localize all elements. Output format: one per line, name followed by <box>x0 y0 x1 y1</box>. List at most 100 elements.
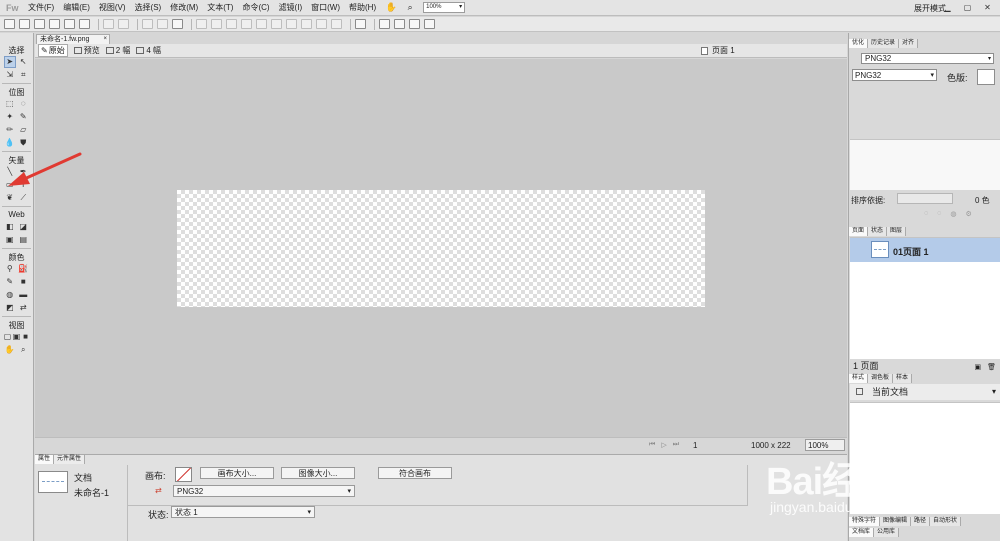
stroke-color-icon[interactable]: ✎ <box>5 277 15 287</box>
image-size-button[interactable]: 图像大小... <box>281 467 355 479</box>
lock-color-icon[interactable]: ◌ <box>924 210 928 218</box>
minimize-icon[interactable]: ▁ <box>939 1 956 13</box>
hide-slices-icon[interactable]: ▣ <box>5 235 15 245</box>
tab-path[interactable]: 路径 <box>911 517 931 526</box>
tab-layers[interactable]: 图层 <box>887 227 907 236</box>
text-tool-icon[interactable]: T <box>18 180 28 190</box>
distribute-icon[interactable] <box>379 19 390 29</box>
menu-window[interactable]: 窗口(W) <box>311 2 340 13</box>
full-screen-menu-icon[interactable]: ▣ <box>12 332 21 342</box>
brush-tool-icon[interactable]: ✎ <box>18 112 28 122</box>
menu-select[interactable]: 选择(S) <box>135 2 162 13</box>
close-icon[interactable]: ✕ <box>979 1 996 13</box>
tab-image-editing[interactable]: 图像编辑 <box>880 517 912 526</box>
fit-canvas-button[interactable]: 符合画布 <box>378 467 452 479</box>
tab-special-characters[interactable]: 特殊字符 <box>849 517 881 526</box>
center-icon[interactable] <box>394 19 405 29</box>
document-tab[interactable]: 未命名-1.fw.png × <box>36 34 110 44</box>
matte-color-swatch[interactable] <box>977 69 995 85</box>
crop-tool-icon[interactable]: ⌗ <box>18 70 28 80</box>
hand-tool-icon[interactable]: ✋ <box>5 345 15 355</box>
menu-view[interactable]: 视图(V) <box>99 2 126 13</box>
tab-preview[interactable]: 预览 <box>73 45 100 56</box>
slice-tool-icon[interactable]: ◪ <box>18 222 28 232</box>
split-icon[interactable] <box>241 19 252 29</box>
join-icon[interactable] <box>226 19 237 29</box>
pointer-tool-icon[interactable]: ➤ <box>3 55 16 68</box>
styles-source-select[interactable]: 当前文档 <box>850 384 1000 400</box>
swap-colors-icon[interactable]: ⇄ <box>18 303 28 313</box>
tab-properties[interactable]: 属性 <box>35 455 55 464</box>
optimize-format-select[interactable]: PNG32 <box>852 69 937 81</box>
tab-document-library[interactable]: 文档库 <box>849 528 875 537</box>
knife-tool-icon[interactable]: ⟋ <box>18 193 28 203</box>
tab-swatches[interactable]: 样本 <box>893 374 913 383</box>
blur-tool-icon[interactable]: 💧 <box>5 138 15 148</box>
fill-swatch-icon[interactable]: ▬ <box>18 290 28 300</box>
zoom-tool-icon[interactable]: ⌕ <box>18 345 28 355</box>
list-item[interactable]: 01页面 1 <box>850 238 1000 262</box>
line-tool-icon[interactable]: ╲ <box>5 167 15 177</box>
tab-pages[interactable]: 页面 <box>849 227 869 236</box>
cut-icon[interactable] <box>142 19 153 29</box>
menu-modify[interactable]: 修改(M) <box>170 2 198 13</box>
tab-auto-shapes[interactable]: 自动形状 <box>930 517 962 526</box>
redo-icon[interactable] <box>118 19 129 29</box>
tab-align[interactable]: 对齐 <box>899 39 919 48</box>
new-file-icon[interactable] <box>4 19 15 29</box>
freeform-tool-icon[interactable]: ❦ <box>5 193 15 203</box>
rectangle-tool-icon[interactable]: ▭ <box>5 180 15 190</box>
tab-styles[interactable]: 样式 <box>849 374 869 383</box>
delete-page-icon[interactable]: 🗑 <box>987 362 996 374</box>
open-file-icon[interactable] <box>19 19 30 29</box>
tab-2-up[interactable]: 2 幅 <box>105 45 130 56</box>
optimize-preset-select[interactable]: PNG32 <box>861 53 994 64</box>
canvas-size-button[interactable]: 画布大小... <box>200 467 274 479</box>
fill-color-icon[interactable]: ◍ <box>5 290 15 300</box>
maximize-icon[interactable]: ▢ <box>959 1 976 13</box>
state-select[interactable]: 状态 1 <box>171 506 315 518</box>
ungroup-icon[interactable] <box>211 19 222 29</box>
zoom-icon[interactable]: ⌕ <box>404 2 416 14</box>
tab-states[interactable]: 状态 <box>868 227 888 236</box>
import-icon[interactable] <box>49 19 60 29</box>
hotspot-tool-icon[interactable]: ◧ <box>5 222 15 232</box>
zoom-select[interactable]: 100% <box>423 2 466 13</box>
standard-screen-icon[interactable]: ▢ <box>3 332 12 342</box>
transparent-canvas[interactable] <box>177 190 705 307</box>
arrange-icon[interactable] <box>409 19 420 29</box>
pencil-tool-icon[interactable]: ✏ <box>5 125 15 135</box>
bring-forward-icon[interactable] <box>256 19 267 29</box>
tab-optimize[interactable]: 优化 <box>849 39 869 48</box>
play-icon[interactable]: ▷ <box>661 441 666 449</box>
send-backward-icon[interactable] <box>271 19 282 29</box>
default-colors-icon[interactable]: ◩ <box>5 303 15 313</box>
menu-text[interactable]: 文本(T) <box>207 2 233 13</box>
flip-vertical-icon[interactable] <box>331 19 342 29</box>
rubber-stamp-tool-icon[interactable]: ⛊ <box>18 138 28 148</box>
close-tab-icon[interactable]: × <box>103 35 107 44</box>
tab-history[interactable]: 历史记录 <box>868 39 900 48</box>
subselect-tool-icon[interactable]: ↖ <box>18 57 28 67</box>
paste-icon[interactable] <box>172 19 183 29</box>
magic-wand-tool-icon[interactable]: ✦ <box>5 112 15 122</box>
menu-edit[interactable]: 编辑(E) <box>63 2 90 13</box>
status-zoom-select[interactable]: 100% <box>805 439 845 451</box>
last-frame-icon[interactable]: ⏭ <box>673 441 679 449</box>
scale-tool-icon[interactable]: ⇲ <box>5 70 15 80</box>
new-page-icon[interactable]: ▣ <box>974 362 981 374</box>
tab-original[interactable]: ✎ 原始 <box>38 44 68 57</box>
align-icon[interactable] <box>355 19 366 29</box>
pen-tool-icon[interactable]: ✒ <box>18 167 28 177</box>
menu-help[interactable]: 帮助(H) <box>349 2 376 13</box>
flip-horizontal-icon[interactable] <box>316 19 327 29</box>
eyedropper-tool-icon[interactable]: ⚲ <box>5 264 15 274</box>
menu-filters[interactable]: 滤镜(I) <box>279 2 303 13</box>
color-table-options-icon[interactable]: ⚙ <box>965 210 971 218</box>
lasso-tool-icon[interactable]: ◌ <box>18 99 28 109</box>
tab-4-up[interactable]: 4 幅 <box>136 45 161 56</box>
marquee-tool-icon[interactable]: ⬚ <box>5 99 15 109</box>
menu-file[interactable]: 文件(F) <box>28 2 54 13</box>
stroke-swatch-icon[interactable]: ■ <box>18 277 28 287</box>
full-screen-icon[interactable]: ■ <box>21 332 30 342</box>
